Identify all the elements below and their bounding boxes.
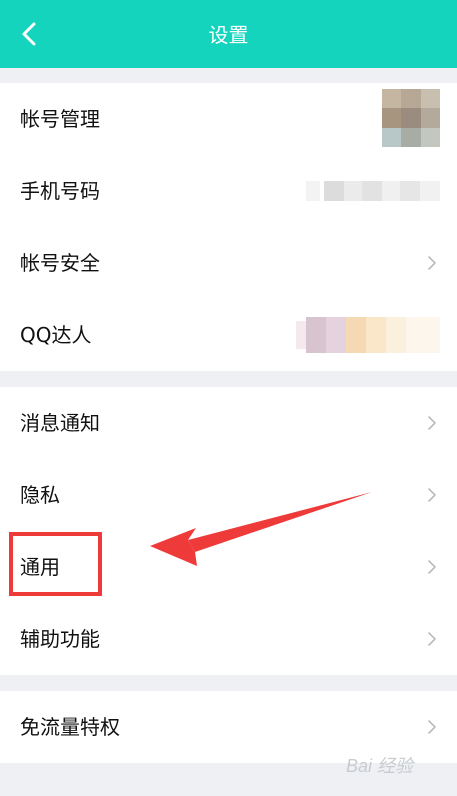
chevron-right-icon [428, 416, 436, 430]
general-group: 消息通知 隐私 通用 辅助功能 [0, 387, 457, 675]
settings-item-account-security[interactable]: 帐号安全 [0, 227, 457, 299]
chevron-right-icon [428, 632, 436, 646]
page-title: 设置 [208, 23, 249, 47]
settings-item-accessibility[interactable]: 辅助功能 [0, 603, 457, 675]
settings-item-notifications[interactable]: 消息通知 [0, 387, 457, 459]
chevron-right-icon [428, 488, 436, 502]
settings-item-qq-expert[interactable]: QQ达人 [0, 299, 457, 371]
chevron-right-icon [428, 560, 436, 574]
settings-item-label: 消息通知 [20, 411, 100, 435]
blurred-badges [296, 317, 440, 353]
settings-item-label: 隐私 [20, 483, 60, 507]
settings-item-label: 免流量特权 [20, 715, 120, 739]
settings-item-phone-number[interactable]: 手机号码 [0, 155, 457, 227]
settings-item-label: 辅助功能 [20, 627, 100, 651]
settings-item-label: 手机号码 [20, 179, 100, 203]
settings-item-label: QQ达人 [20, 323, 92, 347]
chevron-right-icon [428, 256, 436, 270]
chevron-right-icon [428, 720, 436, 734]
watermark: Bai 经验 [346, 756, 414, 776]
top-bar: 设置 [0, 0, 457, 68]
settings-item-label: 帐号管理 [20, 107, 100, 131]
avatar [382, 89, 440, 147]
highlight-box [9, 532, 102, 596]
settings-item-label: 帐号安全 [20, 251, 100, 275]
settings-item-privacy[interactable]: 隐私 [0, 459, 457, 531]
settings-item-account-management[interactable]: 帐号管理 [0, 83, 457, 155]
blurred-phone-value [306, 181, 440, 201]
account-group: 帐号管理 手机号码 帐号安全 QQ达人 [0, 83, 457, 371]
